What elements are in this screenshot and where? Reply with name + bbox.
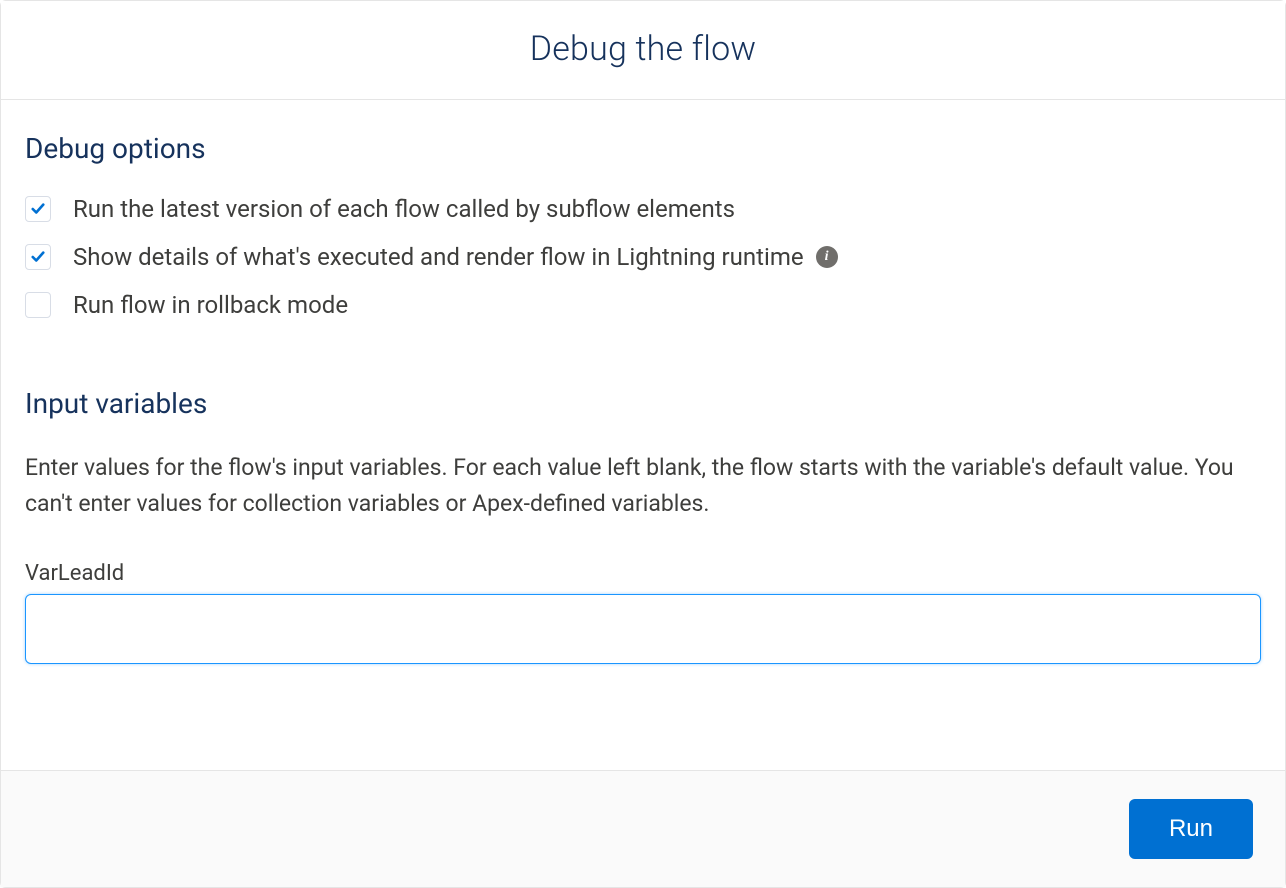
option-label: Show details of what's executed and rend… (73, 243, 804, 271)
field-label-varleadid: VarLeadId (25, 561, 1261, 586)
checkbox-rollback-mode[interactable] (25, 292, 51, 318)
debug-flow-modal: Debug the flow Debug options Run the lat… (0, 0, 1286, 888)
input-variables-heading: Input variables (25, 387, 1261, 420)
checkbox-show-details[interactable] (25, 244, 51, 270)
check-icon (31, 202, 45, 216)
option-row-latest-version: Run the latest version of each flow call… (25, 195, 1261, 223)
input-variables-help: Enter values for the flow's input variab… (25, 450, 1261, 521)
check-icon (31, 250, 45, 264)
debug-options-heading: Debug options (25, 132, 1261, 165)
option-label: Run the latest version of each flow call… (73, 195, 735, 223)
run-button[interactable]: Run (1129, 799, 1253, 859)
modal-title: Debug the flow (25, 29, 1261, 69)
input-varleadid[interactable] (25, 594, 1261, 664)
info-icon[interactable]: i (816, 246, 838, 268)
checkbox-latest-version[interactable] (25, 196, 51, 222)
modal-footer: Run (1, 770, 1285, 887)
option-row-rollback-mode: Run flow in rollback mode (25, 291, 1261, 319)
option-label: Run flow in rollback mode (73, 291, 348, 319)
modal-body: Debug options Run the latest version of … (1, 100, 1285, 770)
option-row-show-details: Show details of what's executed and rend… (25, 243, 1261, 271)
modal-header: Debug the flow (1, 1, 1285, 100)
